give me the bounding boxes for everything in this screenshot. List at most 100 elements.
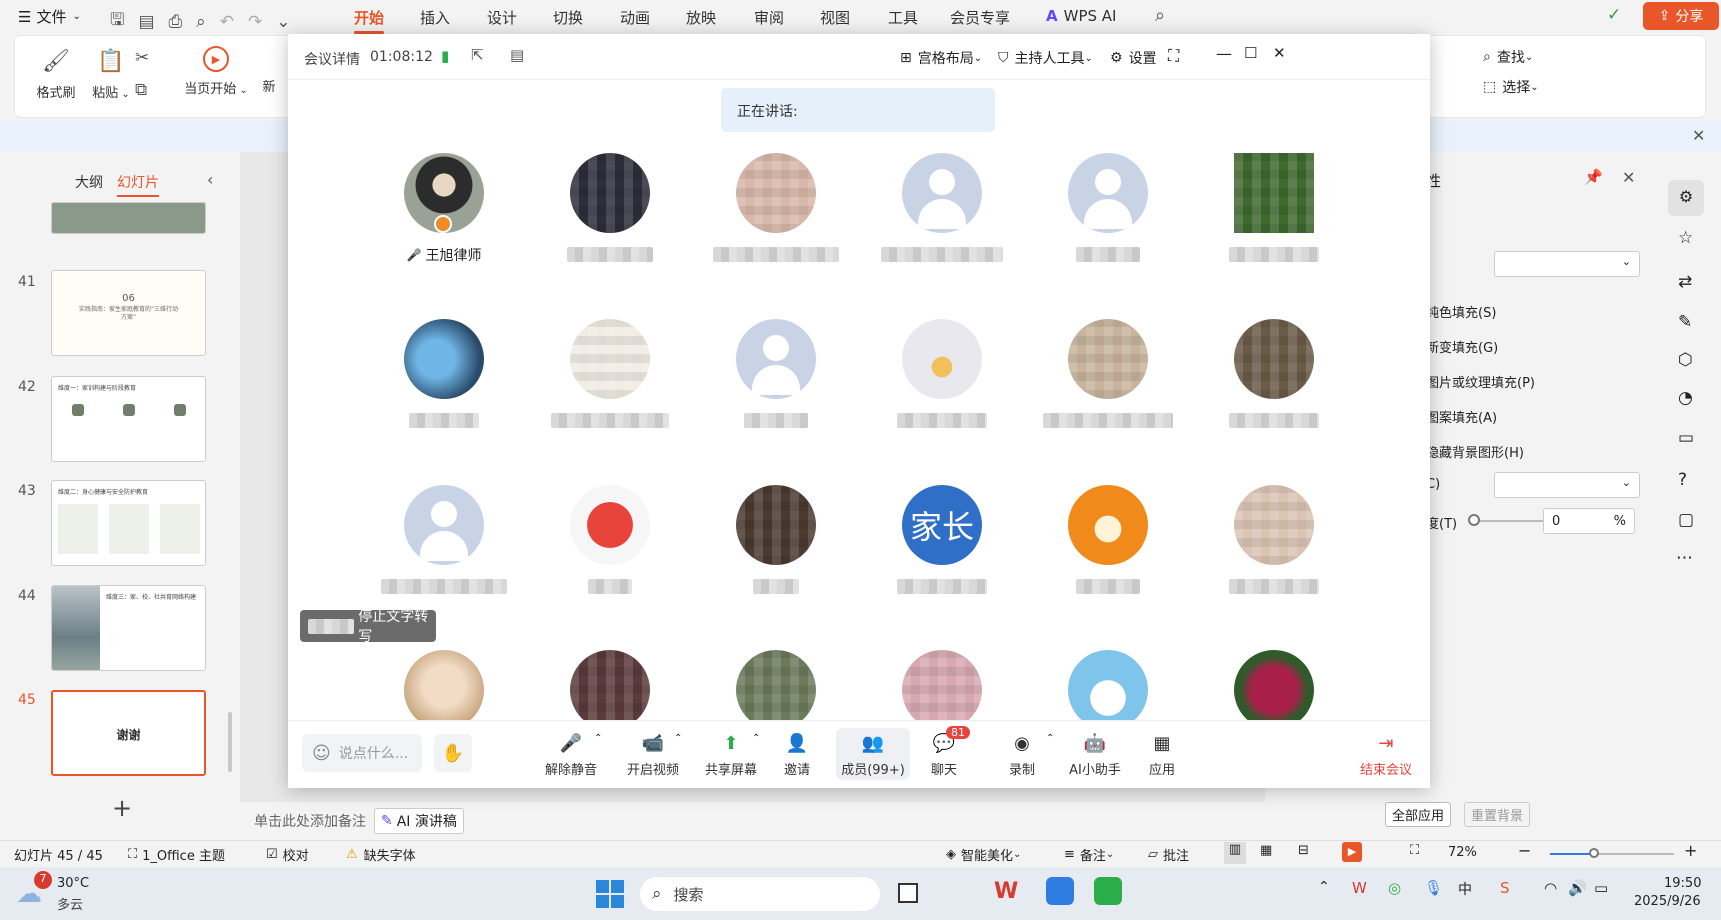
close-icon[interactable]: ✕ [1692, 126, 1705, 145]
color-dropdown[interactable]: ⌄ [1494, 472, 1640, 498]
tab-insert[interactable]: 插入 [420, 7, 450, 28]
participant-tile[interactable] [701, 650, 851, 720]
zoom-in-icon[interactable]: + [1684, 841, 1697, 860]
tab-view[interactable]: 视图 [820, 7, 850, 28]
print-icon[interactable]: ⎙ [169, 12, 183, 32]
tencent-meeting-icon[interactable] [1046, 877, 1074, 905]
tab-animation[interactable]: 动画 [620, 7, 650, 28]
file-menu[interactable]: ☰ 文件 ⌄ [18, 6, 81, 27]
apply-all-button[interactable]: 全部应用 [1385, 802, 1452, 827]
windows-start-icon[interactable] [596, 880, 624, 908]
beautify-button[interactable]: ◈ 智能美化 ⌄ [946, 845, 1021, 864]
fill-option-picture[interactable]: 图片或纹理填充(P) [1426, 372, 1535, 391]
weather-widget[interactable]: ☁ 7 [16, 871, 52, 909]
grid-layout-button[interactable]: ⊞ 宫格布局 ⌄ [900, 48, 982, 68]
wps-ai-button[interactable]: A WPS AI [1046, 7, 1116, 25]
participant-tile[interactable] [535, 319, 685, 429]
collapse-panel-icon[interactable]: ‹ [207, 170, 213, 189]
record-button[interactable]: ◉ 录制 [1002, 730, 1042, 779]
slideshow-play-icon[interactable]: ▶ [1342, 842, 1362, 862]
zoom-slider[interactable] [1550, 853, 1674, 855]
comment-icon[interactable]: ▢ [1678, 510, 1694, 530]
save-icon[interactable]: 🖫 [110, 7, 124, 36]
tab-design[interactable]: 设计 [487, 7, 517, 28]
cut-icon[interactable]: ✂ [135, 48, 149, 68]
notes-doc-icon[interactable]: ▤ [510, 46, 524, 64]
battery-icon[interactable]: ▭ [1594, 879, 1608, 897]
tray-s-icon[interactable]: S [1500, 879, 1510, 897]
clock-date[interactable]: 2025/9/26 [1634, 894, 1701, 909]
participant-tile[interactable] [867, 650, 1017, 720]
slide-thumbnail-43[interactable]: 维度二：身心健康与安全防护教育 [51, 480, 206, 566]
notes-toggle[interactable]: ≡ 备注 ⌄ [1064, 845, 1114, 864]
tray-app-icon[interactable]: ◎ [1388, 879, 1401, 897]
taskbar-search[interactable]: ⌕ 搜索 [640, 877, 880, 911]
copy-icon[interactable]: ⧉ [135, 80, 147, 100]
redo-icon[interactable]: ↷ [248, 12, 262, 32]
zoom-slider-handle[interactable] [1589, 848, 1599, 858]
stop-transcript-button[interactable]: 停止文字转写 [300, 609, 436, 645]
participant-tile[interactable] [535, 153, 685, 263]
reset-background-button[interactable]: 重置背景 [1464, 802, 1531, 827]
fill-option-solid[interactable]: 纯色填充(S) [1426, 302, 1496, 321]
pin-icon[interactable]: 📌 [1584, 168, 1603, 186]
chart-icon[interactable]: ◔ [1678, 388, 1693, 408]
undo-icon[interactable]: ↶ [220, 12, 234, 32]
tools-icon[interactable]: ✎ [1678, 312, 1692, 332]
participant-tile[interactable] [1033, 650, 1183, 720]
comment-toggle[interactable]: ▱ 批注 [1148, 845, 1189, 864]
tab-transition[interactable]: 切换 [553, 7, 583, 28]
tab-member[interactable]: 会员专享 [950, 7, 1010, 28]
meeting-details-link[interactable]: 会议详情 [304, 49, 360, 69]
participant-tile[interactable] [1033, 319, 1183, 429]
add-slide-icon[interactable]: + [112, 794, 132, 822]
chevron-up-icon[interactable]: ⌃ [752, 733, 760, 744]
minimize-icon[interactable]: — [1216, 44, 1232, 63]
participant-tile[interactable] [535, 650, 685, 720]
slide-thumbnail-41[interactable]: 06 实践指南：家生家庭教育的“三维行动方案” [51, 270, 206, 356]
book-icon[interactable]: ▭ [1678, 428, 1694, 448]
participant-tile[interactable] [1199, 153, 1349, 263]
properties-icon[interactable]: ⚙ [1668, 180, 1704, 216]
wechat-icon[interactable] [1094, 877, 1122, 905]
participant-tile[interactable] [1033, 153, 1183, 263]
participant-tile[interactable]: 家长 [867, 485, 1017, 595]
host-tools-button[interactable]: ⛉ 主持人工具 ⌄ [998, 48, 1093, 68]
transparency-slider[interactable] [1470, 520, 1552, 522]
close-icon[interactable]: ✕ [1273, 44, 1286, 62]
tab-home[interactable]: 开始 [354, 7, 385, 34]
clock-time[interactable]: 19:50 [1664, 876, 1701, 891]
tab-tools[interactable]: 工具 [888, 7, 918, 28]
slide-thumbnail-40[interactable] [51, 202, 206, 234]
raise-hand-icon[interactable]: ✋ [434, 734, 472, 772]
fill-color-dropdown[interactable]: ⌄ [1494, 251, 1640, 277]
shape-icon[interactable]: ⬡ [1678, 350, 1693, 370]
settings-button[interactable]: ⚙ 设置 [1110, 48, 1157, 68]
transform-icon[interactable]: ⇄ [1678, 272, 1692, 292]
apps-button[interactable]: ▦ 应用 [1142, 730, 1182, 779]
notes-placeholder[interactable]: 单击此处添加备注 [254, 811, 366, 831]
more-chevron-icon[interactable]: ⌄ [276, 12, 290, 32]
tray-expand-icon[interactable]: ⌃ [1318, 879, 1330, 895]
tab-outline[interactable]: 大纲 [75, 172, 103, 192]
task-view-icon[interactable] [898, 883, 918, 903]
cloud-sync-icon[interactable]: ✓ [1607, 5, 1621, 25]
transparency-input[interactable]: 0 % [1543, 508, 1635, 534]
participant-tile[interactable] [701, 319, 851, 429]
slide-thumbnail-42[interactable]: 维度一：家训构建与阶段教育 [51, 376, 206, 462]
chat-input[interactable]: ☺ 说点什么... [302, 734, 422, 772]
participant-tile[interactable] [1199, 485, 1349, 595]
chevron-up-icon[interactable]: ⌃ [1046, 733, 1054, 744]
tab-review[interactable]: 审阅 [754, 7, 784, 28]
search-icon[interactable]: ⌕ [1155, 5, 1165, 26]
print-preview-icon[interactable]: ⌕ [196, 12, 206, 32]
maximize-icon[interactable]: ☐ [1244, 44, 1257, 62]
participant-tile[interactable] [535, 485, 685, 595]
fit-window-icon[interactable]: ⛶ [1410, 843, 1419, 858]
volume-icon[interactable]: 🔊 [1568, 879, 1587, 897]
paste-button[interactable]: 📋 粘贴 ⌄ [87, 46, 135, 102]
wps-app-icon[interactable]: W [994, 879, 1018, 904]
scrollbar[interactable] [228, 712, 232, 772]
tab-slides[interactable]: 幻灯片 [117, 172, 159, 197]
fullscreen-icon[interactable]: ⛶ [1168, 46, 1179, 66]
